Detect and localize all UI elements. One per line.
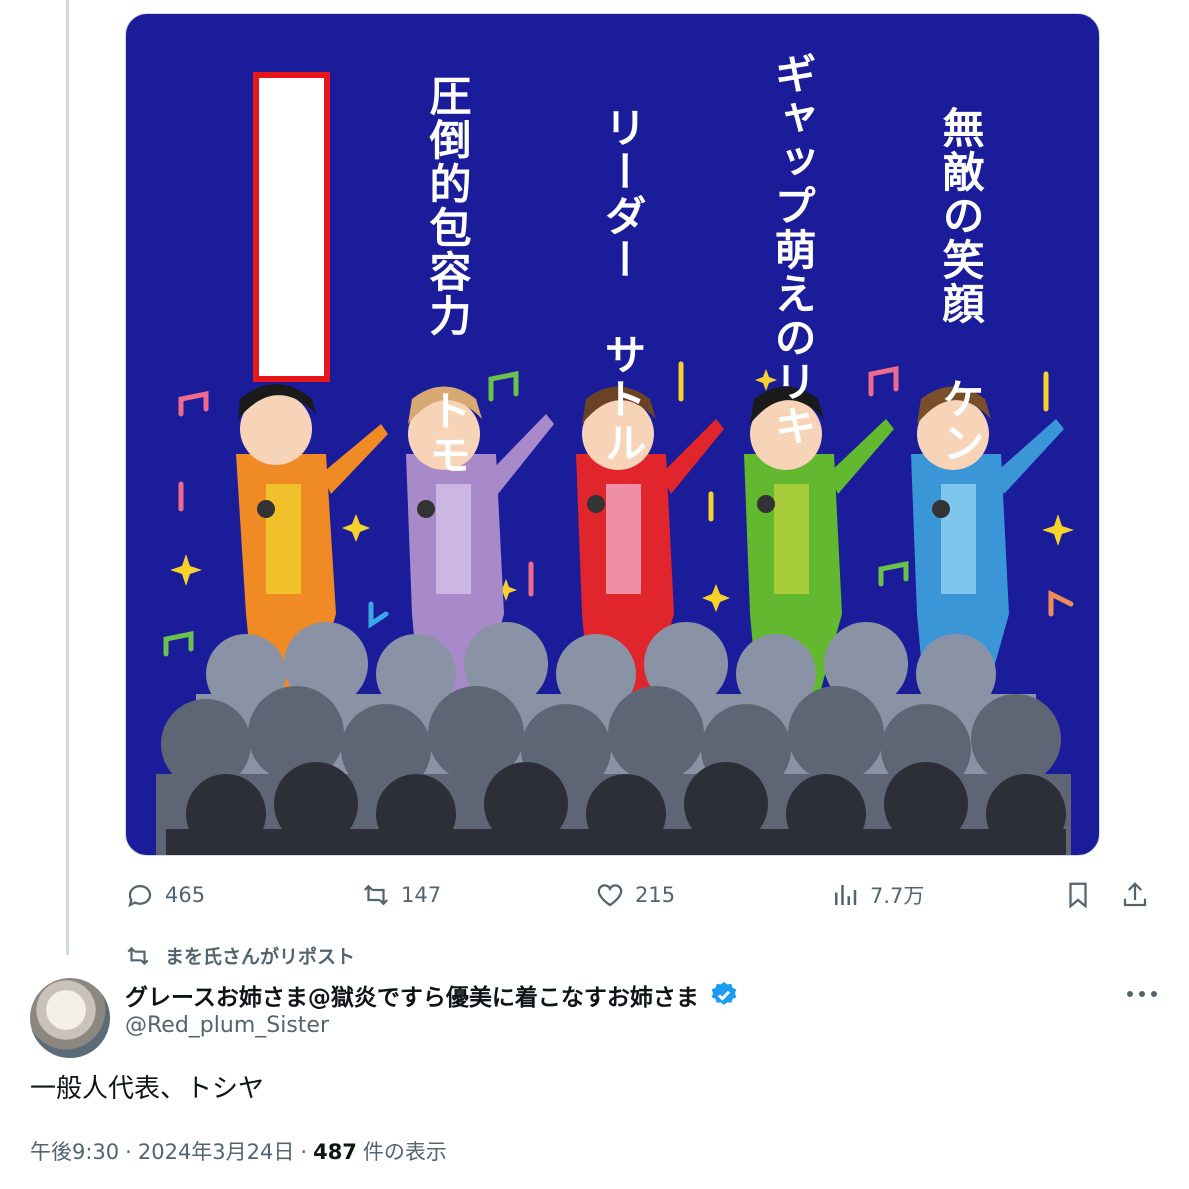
- more-options-icon[interactable]: [1125, 984, 1159, 1004]
- tweet-action-bar: 465 147 215 7.7万: [125, 875, 1165, 915]
- like-button[interactable]: 215: [595, 875, 675, 915]
- repost-context[interactable]: まを氏さんがリポスト: [125, 942, 355, 969]
- label-riki: ギャップ萌えのリキ: [768, 52, 817, 448]
- reply-count: 465: [165, 883, 206, 907]
- blank-name-card: [253, 72, 330, 382]
- meta-separator: ·: [300, 1140, 308, 1164]
- author-name[interactable]: グレースお姉さま@獄炎ですら優美に着こなすお姉さま: [125, 978, 699, 1012]
- share-icon: [1123, 882, 1147, 907]
- reply-button[interactable]: 465: [125, 875, 205, 915]
- verified-badge-icon: [711, 981, 737, 1005]
- thread-connector-line: [66, 0, 69, 955]
- repost-icon: [127, 946, 149, 965]
- tweet-image[interactable]: 圧倒的包容力 トモ リーダー サトル ギャップ萌えのリキ 無敵の笑顔 ケン: [125, 13, 1100, 856]
- author-name-row: グレースお姉さま@獄炎ですら優美に着こなすお姉さま: [125, 978, 739, 1012]
- views-count: 7.7万: [870, 884, 925, 908]
- crowd-silhouettes: [156, 622, 1071, 855]
- label-satoru: リーダー サトル: [598, 106, 647, 465]
- label-ken: 無敵の笑顔 ケン: [936, 106, 985, 465]
- avatar[interactable]: [30, 978, 110, 1058]
- views-button[interactable]: 7.7万: [830, 875, 924, 915]
- share-button[interactable]: [1120, 875, 1150, 915]
- tweet-meta: 午後9:30 · 2024年3月24日 · 487 件の表示: [30, 1136, 447, 1166]
- like-count: 215: [635, 883, 676, 907]
- repost-context-text: まを氏さんがリポスト: [165, 946, 356, 968]
- repost-icon: [363, 884, 389, 906]
- bookmark-button[interactable]: [1063, 875, 1093, 915]
- meta-separator: ·: [125, 1140, 132, 1164]
- repost-button[interactable]: 147: [361, 875, 441, 915]
- heart-icon: [597, 884, 623, 907]
- repost-count: 147: [401, 883, 442, 907]
- reply-icon: [128, 885, 152, 908]
- bookmark-icon: [1069, 882, 1087, 909]
- label-tomo: 圧倒的包容力 トモ: [423, 74, 472, 477]
- bar-chart-icon: [835, 885, 857, 905]
- tweet-time[interactable]: 午後9:30: [30, 1136, 119, 1166]
- author-handle[interactable]: @Red_plum_Sister: [125, 1013, 329, 1038]
- tweet-date[interactable]: 2024年3月24日: [138, 1136, 295, 1166]
- tweet-text: 一般人代表、トシヤ: [30, 1074, 265, 1104]
- views-total: 487: [313, 1140, 357, 1164]
- views-suffix: 件の表示: [362, 1140, 447, 1164]
